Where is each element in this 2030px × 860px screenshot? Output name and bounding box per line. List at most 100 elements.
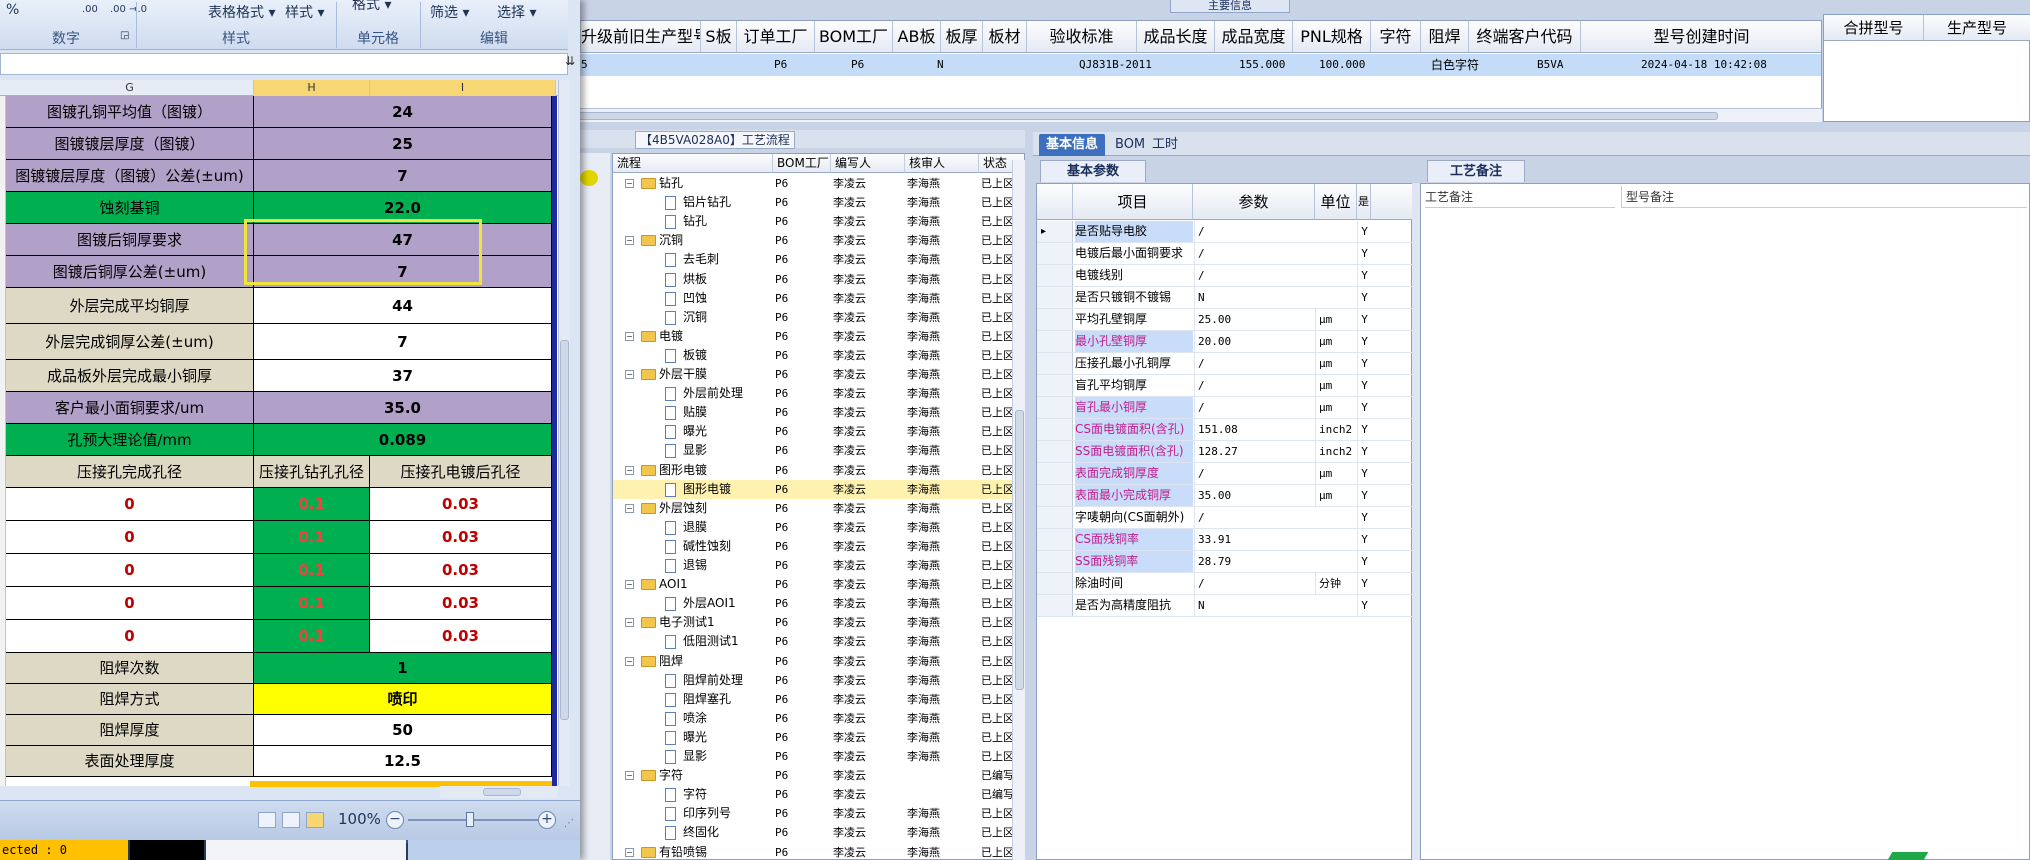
process-row[interactable]: 喷涂 P6 李凌云 李海燕 已上区 <box>613 709 1014 728</box>
process-row[interactable]: 显影 P6 李凌云 李海燕 已上区 <box>613 747 1014 766</box>
column-header-h[interactable]: H <box>254 80 370 96</box>
param-value[interactable]: N <box>1194 287 1314 308</box>
collapse-node-icon[interactable]: − <box>625 465 634 475</box>
row-value-cell[interactable]: 50 <box>254 715 552 746</box>
press-cell[interactable]: 0 <box>6 620 254 653</box>
notes-header-model[interactable]: 型号备注 <box>1621 186 2027 208</box>
zoom-level[interactable]: 100% <box>338 810 381 828</box>
param-value[interactable]: 128.27 <box>1194 441 1314 462</box>
param-value[interactable]: 33.91 <box>1194 529 1314 550</box>
press-cell[interactable]: 0 <box>6 488 254 521</box>
grid-header-width[interactable]: 成品宽度 <box>1215 21 1293 53</box>
param-row[interactable]: CS面电镀面积(含孔) 151.08 inch2 Y <box>1037 419 1413 441</box>
grid-header-material[interactable]: 板材 <box>983 21 1027 53</box>
press-cell[interactable]: 0 <box>6 554 254 587</box>
param-row[interactable]: 电镀后最小面铜要求 / Y <box>1037 243 1413 265</box>
sheet-vscrollbar[interactable] <box>558 80 570 786</box>
process-row[interactable]: − 电子测试1 P6 李凌云 李海燕 已上区 <box>613 613 1014 632</box>
row-value-cell[interactable]: 44 <box>254 288 552 324</box>
row-indicator[interactable] <box>1037 331 1073 352</box>
page-layout-view-icon[interactable] <box>282 812 300 828</box>
tree-header-reviewer[interactable]: 核审人 <box>905 154 979 173</box>
decrease-decimal-button[interactable]: .00 <box>82 4 98 15</box>
row-value-cell[interactable]: 35.0 <box>254 392 552 424</box>
param-row[interactable]: ▸ 是否贴导电胶 / Y <box>1037 221 1413 243</box>
process-row[interactable]: − 有铅喷锡 P6 李凌云 李海燕 已上区 <box>613 843 1014 860</box>
row-indicator[interactable] <box>1037 243 1073 264</box>
process-row[interactable]: 碱性蚀刻 P6 李凌云 李海燕 已上区 <box>613 537 1014 556</box>
row-indicator[interactable] <box>1037 551 1073 572</box>
param-value[interactable]: 28.79 <box>1194 551 1314 572</box>
row-indicator[interactable] <box>1037 529 1073 550</box>
param-row[interactable]: 盲孔平均铜厚 / μm Y <box>1037 375 1413 397</box>
zoom-in-icon[interactable]: + <box>538 811 556 829</box>
grid-header-bom-factory[interactable]: BOM工厂 <box>815 21 893 53</box>
process-row[interactable]: 印序列号 P6 李凌云 李海燕 已上区 <box>613 804 1014 823</box>
param-row[interactable]: SS面电镀面积(含孔) 128.27 inch2 Y <box>1037 441 1413 463</box>
zoom-out-icon[interactable]: − <box>386 811 404 829</box>
process-row[interactable]: 钻孔 P6 李凌云 李海燕 已上区 <box>613 212 1014 231</box>
process-row[interactable]: 外层前处理 P6 李凌云 李海燕 已上区 <box>613 384 1014 403</box>
process-flow-title[interactable]: 【4B5VA028A0】工艺流程 <box>635 131 795 149</box>
process-row[interactable]: 板镀 P6 李凌云 李海燕 已上区 <box>613 346 1014 365</box>
param-row[interactable]: 表面完成铜厚度 / μm Y <box>1037 463 1413 485</box>
param-row[interactable]: 表面最小完成铜厚 35.00 μm Y <box>1037 485 1413 507</box>
grid-header-length[interactable]: 成品长度 <box>1137 21 1215 53</box>
row-label-cell[interactable]: 蚀刻基铜 <box>6 192 254 224</box>
grid-header-ab-board[interactable]: AB板 <box>893 21 941 53</box>
process-row[interactable]: 凹蚀 P6 李凌云 李海燕 已上区 <box>613 289 1014 308</box>
press-cell[interactable]: 0.1 <box>254 620 370 653</box>
row-value-cell[interactable]: 1 <box>254 653 552 684</box>
row-indicator[interactable] <box>1037 573 1073 594</box>
column-header-g[interactable]: G <box>6 80 254 96</box>
main-grid-hscrollbar[interactable] <box>560 108 1822 122</box>
percent-style-button[interactable]: % <box>6 2 19 18</box>
param-row[interactable]: 压接孔最小孔铜厚 / μm Y <box>1037 353 1413 375</box>
row-value-cell[interactable]: 12.5 <box>254 746 552 777</box>
row-label-cell[interactable]: 图镀孔铜平均值（图镀） <box>6 96 254 128</box>
collapse-node-icon[interactable]: − <box>625 847 634 857</box>
param-value[interactable]: / <box>1194 221 1314 242</box>
grid-header-thickness[interactable]: 板厚 <box>941 21 983 53</box>
press-cell[interactable]: 0.03 <box>370 587 552 620</box>
collapse-node-icon[interactable]: − <box>625 331 634 341</box>
process-row[interactable]: 烘板 P6 李凌云 李海燕 已上区 <box>613 270 1014 289</box>
press-cell[interactable]: 0 <box>6 521 254 554</box>
process-row[interactable]: 沉铜 P6 李凌云 李海燕 已上区 <box>613 308 1014 327</box>
param-row[interactable]: 最小孔壁铜厚 20.00 μm Y <box>1037 331 1413 353</box>
param-value[interactable]: 25.00 <box>1194 309 1314 330</box>
row-indicator[interactable] <box>1037 485 1073 506</box>
collapse-formula-bar-icon[interactable]: ⇊ <box>563 55 577 69</box>
row-label-cell[interactable]: 图镀镀层厚度（图镀） <box>6 128 254 160</box>
table-format-button[interactable]: 表格格式 ▾ <box>208 2 275 22</box>
process-row[interactable]: 退膜 P6 李凌云 李海燕 已上区 <box>613 518 1014 537</box>
row-label-cell[interactable]: 图镀后铜厚要求 <box>6 224 254 256</box>
collapse-node-icon[interactable]: − <box>625 370 634 379</box>
grid-header-order-factory[interactable]: 订单工厂 <box>737 21 815 53</box>
grid-header-created-time[interactable]: 型号创建时间 <box>1581 21 1821 53</box>
press-header-cell[interactable]: 压接孔钻孔孔径 <box>254 456 370 488</box>
process-row[interactable]: − 沉铜 P6 李凌云 李海燕 已上区 <box>613 231 1014 250</box>
tree-header-writer[interactable]: 编写人 <box>831 154 905 173</box>
param-row[interactable]: CS面残铜率 33.91 Y <box>1037 529 1413 551</box>
grid-header-acceptance[interactable]: 验收标准 <box>1027 21 1137 53</box>
tree-header-bom[interactable]: BOM工厂 <box>773 154 831 173</box>
tab-basic-info[interactable]: 基本信息 <box>1039 134 1106 156</box>
process-row[interactable]: 字符 P6 李凌云 已编写 <box>613 785 1014 804</box>
row-indicator[interactable] <box>1037 265 1073 286</box>
press-cell[interactable]: 0.1 <box>254 587 370 620</box>
param-row[interactable]: 平均孔壁铜厚 25.00 μm Y <box>1037 309 1413 331</box>
process-row[interactable]: − 电镀 P6 李凌云 李海燕 已上区 <box>613 327 1014 346</box>
param-value[interactable]: / <box>1194 243 1314 264</box>
tab-worktime[interactable]: 工时 <box>1145 134 1185 156</box>
number-dialog-launcher-icon[interactable]: ◲ <box>120 30 129 41</box>
grid-header-char[interactable]: 字符 <box>1371 21 1421 53</box>
row-indicator[interactable] <box>1037 287 1073 308</box>
param-row[interactable]: SS面残铜率 28.79 Y <box>1037 551 1413 573</box>
row-indicator[interactable] <box>1037 309 1073 330</box>
process-row[interactable]: − 图形电镀 P6 李凌云 李海燕 已上区 <box>613 461 1014 480</box>
sheet-hscrollbar[interactable] <box>440 786 558 798</box>
process-vscrollbar[interactable] <box>1012 160 1025 860</box>
param-value[interactable]: / <box>1194 397 1314 418</box>
row-indicator[interactable] <box>1037 375 1073 396</box>
